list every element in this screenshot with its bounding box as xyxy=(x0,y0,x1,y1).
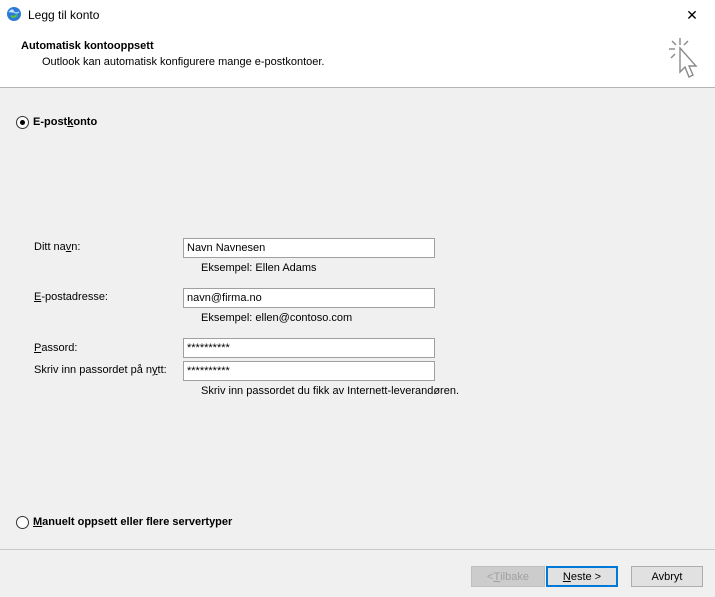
name-hint: Eksempel: Ellen Adams xyxy=(201,262,317,274)
page-title: Automatisk kontooppsett xyxy=(21,40,154,52)
password-repeat-field[interactable]: ********** xyxy=(183,361,435,381)
page-subtitle: Outlook kan automatisk konfigurere mange… xyxy=(42,56,325,68)
manual-setup-radio[interactable] xyxy=(16,516,29,529)
name-field[interactable]: Navn Navnesen xyxy=(183,238,435,258)
window-title: Legg til konto xyxy=(28,8,100,22)
password-repeat-label: Skriv inn passordet på nytt: xyxy=(34,364,167,376)
password-field[interactable]: ********** xyxy=(183,338,435,358)
back-button[interactable]: < Tilbake xyxy=(471,566,545,587)
email-hint: Eksempel: ellen@contoso.com xyxy=(201,312,353,324)
title-bar: Legg til konto ✕ xyxy=(0,0,715,30)
outlook-globe-icon xyxy=(7,7,21,21)
wizard-header: Automatisk kontooppsett Outlook kan auto… xyxy=(0,30,715,88)
close-button[interactable]: ✕ xyxy=(669,0,715,30)
password-label: Passord: xyxy=(34,342,78,354)
cancel-button[interactable]: Avbryt xyxy=(631,566,703,587)
manual-setup-label[interactable]: Manuelt oppsett eller flere servertyper xyxy=(33,516,232,528)
email-account-label[interactable]: E-postkonto xyxy=(33,116,97,128)
footer-divider xyxy=(0,549,715,550)
cursor-click-icon xyxy=(669,38,698,78)
name-label: Ditt navn: xyxy=(34,241,81,253)
close-icon: ✕ xyxy=(686,6,698,23)
email-label: E-postadresse: xyxy=(34,291,108,303)
email-field[interactable]: navn@firma.no xyxy=(183,288,435,308)
next-button[interactable]: Neste > xyxy=(546,566,618,587)
email-account-radio[interactable] xyxy=(16,116,29,129)
password-hint: Skriv inn passordet du fikk av Internett… xyxy=(201,385,460,397)
